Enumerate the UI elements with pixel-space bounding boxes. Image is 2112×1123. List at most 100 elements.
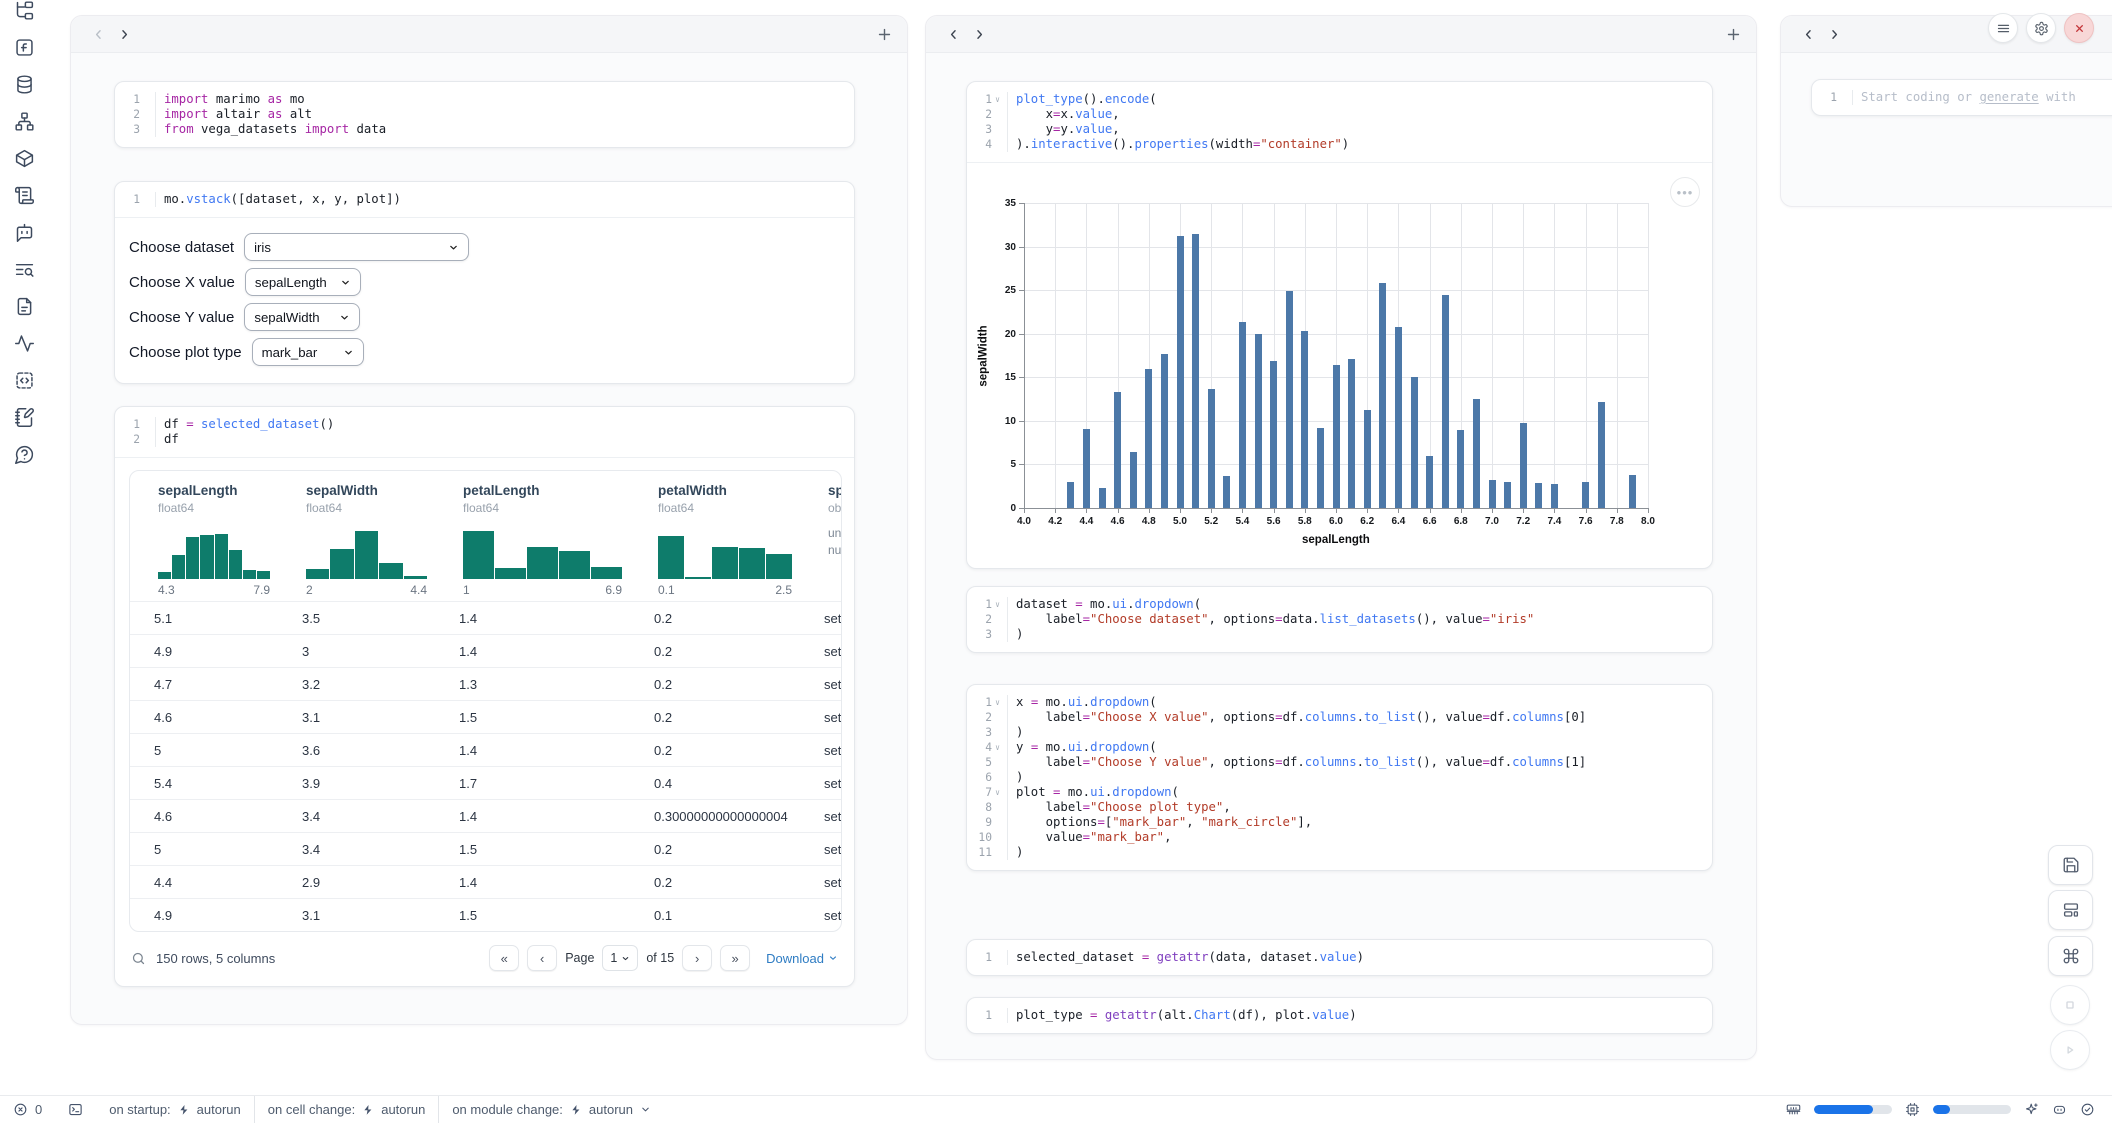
y-value-select[interactable]: sepalWidth	[244, 303, 360, 331]
play-icon	[2061, 1041, 2079, 1059]
fold-toggle-icon[interactable]: ∨	[992, 92, 1003, 107]
table-row[interactable]: 4.73.21.30.2setosa	[130, 667, 842, 700]
x-tick-label: 8.0	[1633, 516, 1663, 527]
ai-sparkles-icon[interactable]	[2024, 1102, 2039, 1117]
dependency-graph-icon[interactable]	[14, 111, 38, 135]
functions-icon[interactable]	[14, 37, 38, 61]
close-app-button[interactable]	[2064, 13, 2094, 43]
cpu-icon	[1905, 1102, 1920, 1117]
help-icon[interactable]	[14, 444, 38, 468]
x-tick-label: 5.4	[1227, 516, 1257, 527]
column-histogram	[306, 523, 427, 579]
table-row[interactable]: 4.63.41.40.30000000000000004setosa	[130, 799, 842, 832]
add-cell-button[interactable]	[1725, 26, 1742, 43]
y-tick-label: 25	[990, 285, 1016, 296]
table-row[interactable]: 53.61.40.2setosa	[130, 733, 842, 766]
tracing-icon[interactable]	[14, 333, 38, 357]
first-page-button[interactable]: «	[489, 945, 519, 971]
errors-indicator[interactable]: 0	[0, 1096, 55, 1123]
layout-icon	[2062, 901, 2080, 919]
table-row[interactable]: 5.43.91.70.4setosa	[130, 766, 842, 799]
column-header[interactable]: petalLengthfloat6416.9	[435, 483, 630, 601]
terminal-button[interactable]	[55, 1096, 96, 1123]
settings-button[interactable]	[2026, 13, 2056, 43]
on-module-change-setting[interactable]: on module change: autorun	[439, 1096, 664, 1123]
column-header[interactable]: petalWidthfloat640.12.5	[630, 483, 800, 601]
chart-bar	[1520, 423, 1527, 508]
scripts-icon[interactable]	[14, 185, 38, 209]
add-cell-button[interactable]	[876, 26, 893, 43]
code-editor[interactable]: 1selected_dataset = getattr(data, datase…	[967, 940, 1712, 975]
next-page-button[interactable]: ›	[682, 945, 712, 971]
status-bar: 0 on startup: autorun on cell change: au…	[0, 1095, 2112, 1123]
logs-icon[interactable]	[14, 259, 38, 283]
column-scroll-left-button[interactable]	[85, 21, 111, 47]
save-button[interactable]	[2048, 845, 2093, 885]
column-panel-1: 1import marimo as mo2import altair as al…	[70, 15, 908, 1025]
copilot-icon[interactable]	[2052, 1102, 2067, 1117]
search-icon[interactable]	[131, 951, 146, 966]
memory-usage-meter	[1814, 1105, 1892, 1114]
column-scroll-right-button[interactable]	[1821, 21, 1847, 47]
on-startup-setting[interactable]: on startup: autorun	[96, 1096, 254, 1123]
documentation-icon[interactable]	[14, 296, 38, 320]
column-scroll-right-button[interactable]	[111, 21, 137, 47]
fold-toggle-icon[interactable]: ∨	[992, 695, 1003, 710]
table-row[interactable]: 4.42.91.40.2setosa	[130, 865, 842, 898]
code-editor[interactable]: 1∨x = mo.ui.dropdown(2 label="Choose X v…	[967, 685, 1712, 870]
table-row[interactable]: 53.41.50.2setosa	[130, 832, 842, 865]
dropdown-label: Choose X value	[129, 274, 235, 291]
column-header[interactable]: sepalWidthfloat6424.4	[278, 483, 435, 601]
fold-toggle-icon[interactable]: ∨	[992, 785, 1003, 800]
table-row[interactable]: 4.63.11.50.2setosa	[130, 700, 842, 733]
page-select[interactable]: 1	[602, 945, 638, 971]
layout-toggle-button[interactable]	[2048, 890, 2093, 930]
code-editor[interactable]: 1import marimo as mo2import altair as al…	[115, 82, 854, 147]
snippets-icon[interactable]	[14, 370, 38, 394]
line-number: 1	[967, 950, 1008, 965]
code-editor[interactable]: 1∨dataset = mo.ui.dropdown(2 label="Choo…	[967, 587, 1712, 652]
zap-icon	[362, 1104, 374, 1116]
plot-type-select[interactable]: mark_bar	[252, 338, 364, 366]
stop-icon	[2061, 996, 2079, 1014]
dataset-select[interactable]: iris	[244, 233, 469, 261]
code-editor[interactable]: 1plot_type = getattr(alt.Chart(df), plot…	[967, 998, 1712, 1033]
stop-execution-button[interactable]	[2050, 985, 2090, 1025]
code-editor[interactable]: 1df = selected_dataset()2df	[115, 407, 854, 457]
last-page-button[interactable]: »	[720, 945, 750, 971]
scratchpad-icon[interactable]	[14, 407, 38, 431]
column-header[interactable]: speciesobjectunique:nulls:	[800, 483, 842, 601]
chat-icon[interactable]	[14, 222, 38, 246]
database-icon[interactable]	[14, 74, 38, 98]
generate-with-ai-link[interactable]: generate	[1979, 90, 2038, 104]
x-value-select[interactable]: sepalLength	[245, 268, 361, 296]
run-all-button[interactable]	[2050, 1030, 2090, 1070]
close-icon	[2072, 21, 2087, 36]
keyboard-shortcuts-button[interactable]	[2048, 936, 2093, 976]
chart-bar	[1442, 295, 1449, 508]
line-number: 3	[967, 725, 1008, 740]
connection-status-icon[interactable]	[2080, 1102, 2095, 1117]
packages-icon[interactable]	[14, 148, 38, 172]
on-cell-change-setting[interactable]: on cell change: autorun	[255, 1096, 439, 1123]
fold-toggle-icon[interactable]: ∨	[992, 597, 1003, 612]
fold-toggle-icon[interactable]: ∨	[992, 740, 1003, 755]
column-scroll-right-button[interactable]	[966, 21, 992, 47]
prev-page-button[interactable]: ‹	[527, 945, 557, 971]
table-row[interactable]: 4.93.11.50.1setosa	[130, 898, 842, 931]
code-editor[interactable]: 1 Start coding or generate with	[1812, 80, 2112, 115]
table-row[interactable]: 5.13.51.40.2setosa	[130, 601, 842, 634]
menu-button[interactable]	[1988, 13, 2018, 43]
cell-selected-dataset: 1selected_dataset = getattr(data, datase…	[966, 939, 1713, 976]
chart-bar	[1223, 476, 1230, 508]
code-editor[interactable]: 1mo.vstack([dataset, x, y, plot])	[115, 182, 854, 217]
download-button[interactable]: Download	[766, 951, 838, 966]
chart-bar	[1582, 482, 1589, 508]
column-scroll-left-button[interactable]	[940, 21, 966, 47]
column-scroll-left-button[interactable]	[1795, 21, 1821, 47]
column-header[interactable]: sepalLengthfloat644.37.9	[130, 483, 278, 601]
chart-menu-button[interactable]: •••	[1670, 177, 1700, 207]
file-tree-icon[interactable]	[14, 0, 38, 24]
code-editor[interactable]: 1∨plot_type().encode(2 x=x.value,3 y=y.v…	[967, 82, 1712, 162]
table-row[interactable]: 4.931.40.2setosa	[130, 634, 842, 667]
